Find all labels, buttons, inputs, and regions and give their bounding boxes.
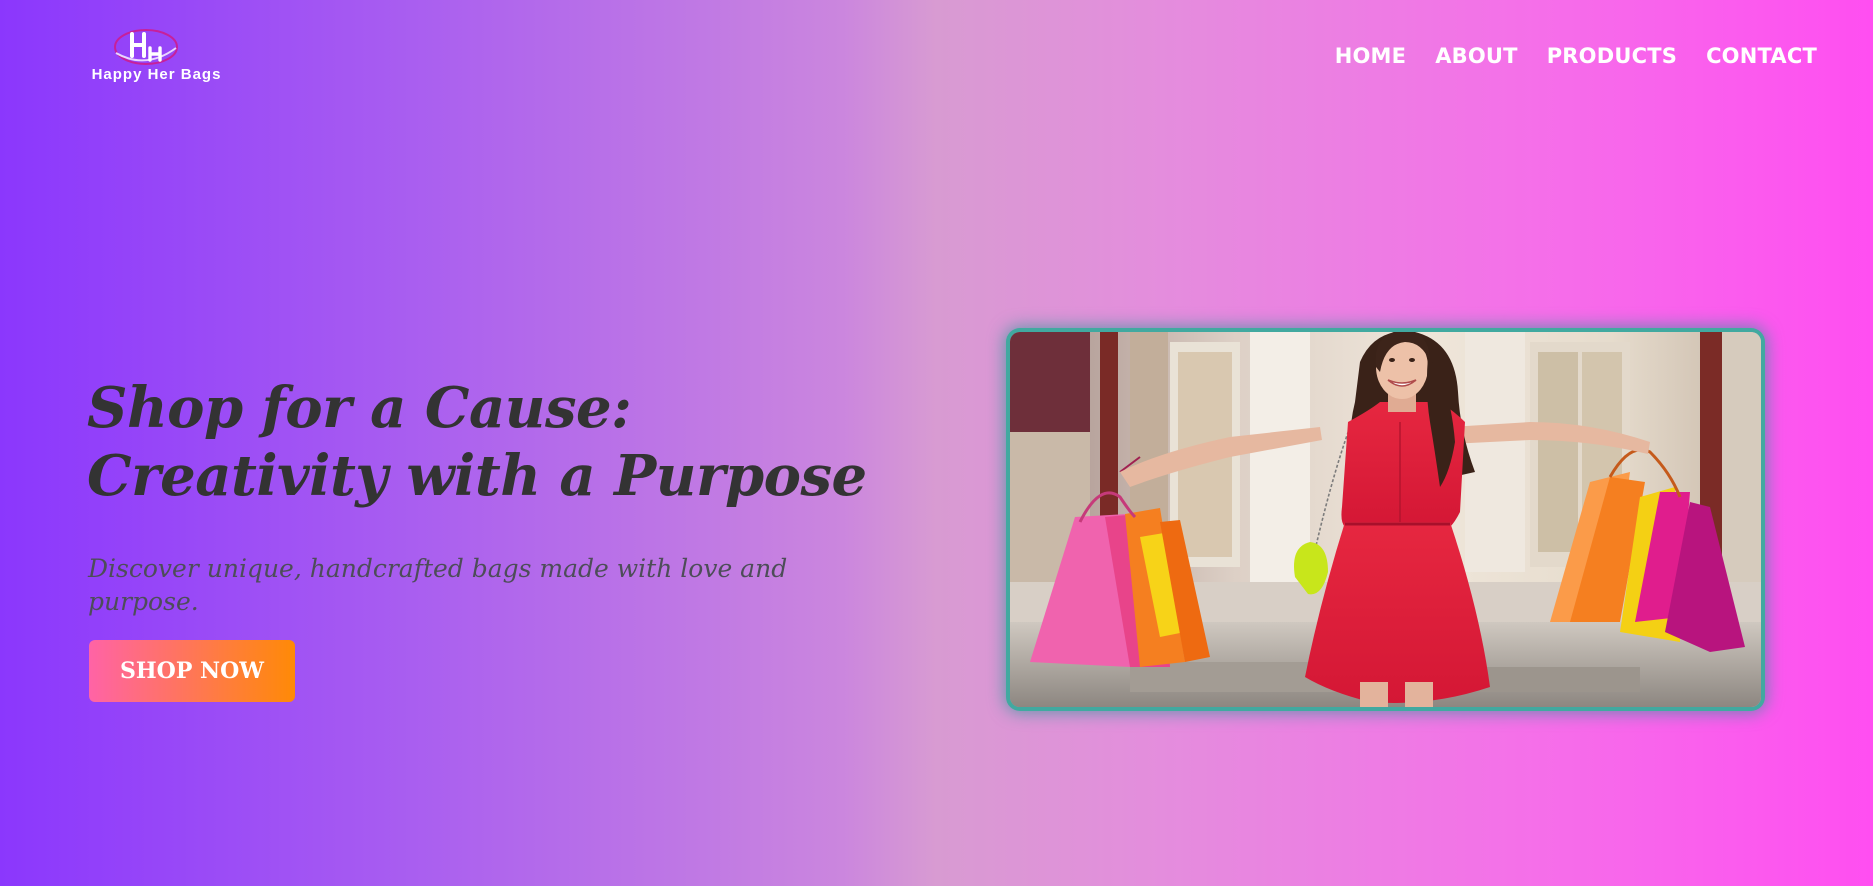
logo[interactable]: Happy Her Bags [74, 26, 239, 90]
hero-title: Shop for a Cause: Creativity with a Purp… [87, 374, 867, 510]
nav-item-contact: CONTACT [1706, 46, 1817, 67]
nav-link-contact[interactable]: CONTACT [1706, 44, 1817, 68]
hero-image [1010, 332, 1761, 707]
brand-name: Happy Her Bags [91, 66, 222, 83]
nav-item-about: ABOUT [1435, 46, 1518, 67]
nav-link-products[interactable]: PRODUCTS [1547, 44, 1677, 68]
nav-list: HOME ABOUT PRODUCTS CONTACT [1335, 46, 1817, 67]
hero-subtitle: Discover unique, handcrafted bags made w… [88, 554, 788, 616]
shopping-woman-illustration [1010, 332, 1761, 707]
nav-item-products: PRODUCTS [1547, 46, 1677, 67]
nav-link-about[interactable]: ABOUT [1435, 44, 1518, 68]
shop-now-button[interactable]: SHOP NOW [89, 640, 295, 702]
hero-title-line-2: Creativity with a Purpose [87, 443, 867, 509]
nav-item-home: HOME [1335, 46, 1406, 67]
logo-monogram-icon [114, 29, 178, 65]
nav-link-home[interactable]: HOME [1335, 44, 1406, 68]
hero-title-line-1: Shop for a Cause: [87, 375, 632, 441]
